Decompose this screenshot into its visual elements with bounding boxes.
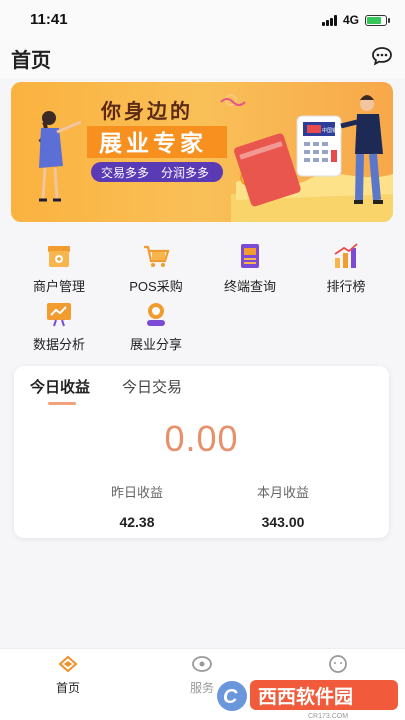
menu-label: 排行榜 xyxy=(326,279,366,294)
app-header: 首页 xyxy=(0,38,405,78)
svg-text:CR173.COM: CR173.COM xyxy=(308,713,348,720)
menu-item-merchant[interactable]: 商户管理 xyxy=(19,240,99,295)
signal-icon xyxy=(321,14,337,26)
network-type: 4G xyxy=(342,13,359,27)
banner-headline-2: 展业专家 xyxy=(99,130,207,156)
status-time: 11:41 xyxy=(30,11,68,28)
status-indicators: 4G xyxy=(321,13,390,27)
yesterday-stat: 昨日收益 42.38 xyxy=(62,482,212,530)
menu-item-data-analysis[interactable]: 数据分析 xyxy=(19,298,99,353)
month-stat: 本月收益 343.00 xyxy=(208,482,358,530)
banner-headline-1: 你身边的 xyxy=(100,99,193,123)
service-icon xyxy=(192,656,212,672)
banner-tagline-right: 分润多多 xyxy=(161,166,209,180)
promo-banner[interactable]: 你身边的 展业专家 交易多多 分润多多 中国银联 xyxy=(11,82,393,222)
today-earnings-value: 0.00 xyxy=(164,418,239,459)
menu-label: 商户管理 xyxy=(32,279,85,294)
menu-label: 数据分析 xyxy=(32,337,85,352)
cart-icon xyxy=(144,245,170,267)
share-icon xyxy=(147,303,165,326)
status-bar: 11:41 4G xyxy=(0,0,405,38)
terminal-icon xyxy=(241,244,259,268)
battery-icon xyxy=(365,14,390,26)
analytics-icon xyxy=(47,303,71,327)
tab-today-earnings[interactable]: 今日收益 xyxy=(30,376,90,397)
banner-illustration: 你身边的 展业专家 交易多多 分润多多 中国银联 xyxy=(38,94,393,222)
chat-bubble-icon[interactable] xyxy=(371,46,393,66)
home-icon xyxy=(58,655,78,673)
nav-label-home: 首页 xyxy=(55,681,80,695)
banner-tagline-left: 交易多多 xyxy=(101,165,149,180)
svg-text:C: C xyxy=(223,686,238,708)
active-tab-indicator xyxy=(48,402,76,405)
tab-today-transactions[interactable]: 今日交易 xyxy=(122,376,182,397)
watermark-logo: C 西西软件园 CR173.COM xyxy=(217,680,398,720)
menu-label: POS采购 xyxy=(129,279,183,294)
yesterday-value: 42.38 xyxy=(119,514,155,530)
month-value: 343.00 xyxy=(261,514,305,530)
page-title: 首页 xyxy=(11,50,51,72)
menu-item-ranking[interactable]: 排行榜 xyxy=(306,240,386,295)
ranking-icon xyxy=(334,243,358,268)
menu-label: 展业分享 xyxy=(129,337,182,352)
menu-item-terminal-query[interactable]: 终端查询 xyxy=(210,240,290,295)
woman-figure xyxy=(38,111,82,202)
yesterday-label: 昨日收益 xyxy=(110,485,163,500)
svg-text:西西软件园: 西西软件园 xyxy=(258,685,353,708)
menu-item-pos-purchase[interactable]: POS采购 xyxy=(116,240,196,295)
month-label: 本月收益 xyxy=(256,485,309,500)
menu-label: 终端查询 xyxy=(223,279,276,294)
svg-text:中国银联: 中国银联 xyxy=(322,127,342,134)
nav-item-home[interactable]: 首页 xyxy=(28,653,108,696)
menu-item-share[interactable]: 展业分享 xyxy=(116,298,196,353)
earnings-card: 今日收益 今日交易 0.00 昨日收益 42.38 本月收益 343.00 xyxy=(14,366,389,538)
pos-terminal: 中国银联 xyxy=(296,115,342,177)
shop-icon xyxy=(48,246,70,267)
